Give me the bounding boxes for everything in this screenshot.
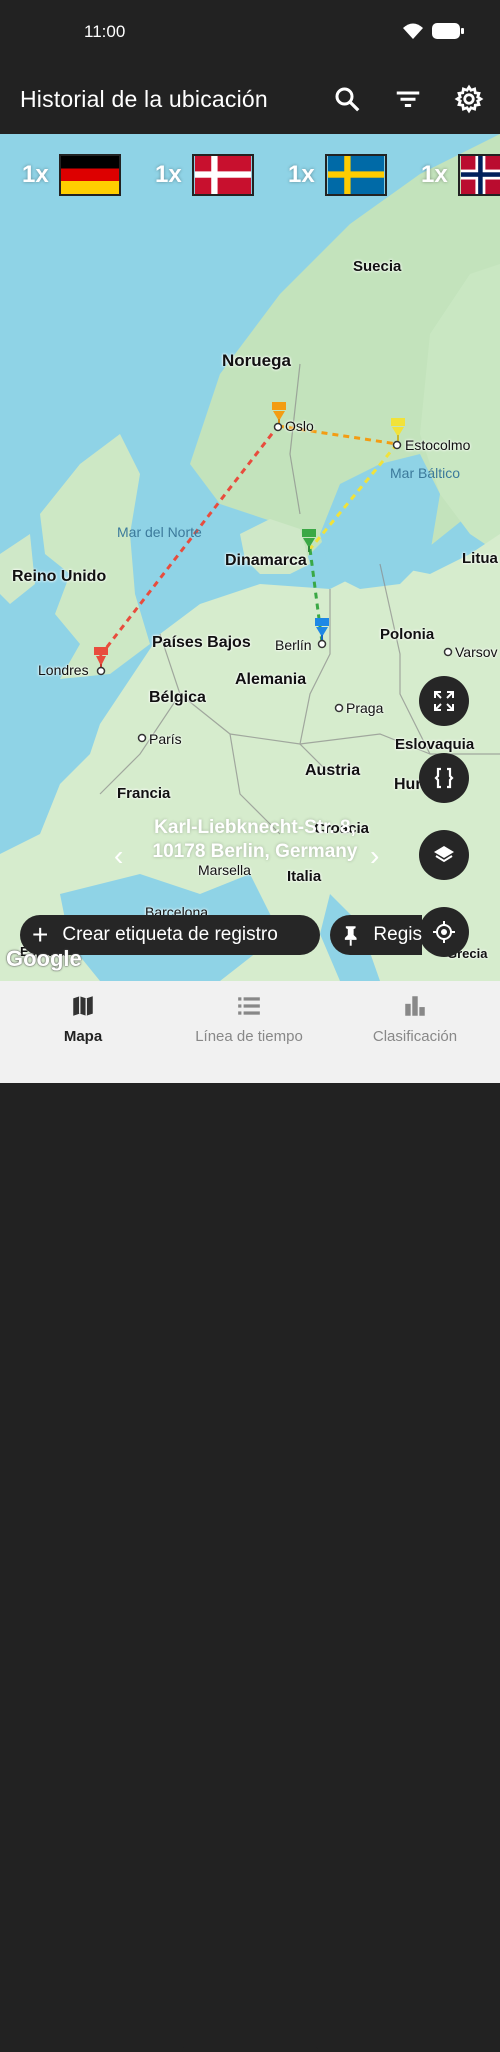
app-bar: Historial de la ubicación: [0, 66, 500, 134]
label-mar-del-norte: Mar del Norte: [117, 524, 202, 540]
label-belgica: Bélgica: [149, 689, 206, 706]
label-noruega: Noruega: [222, 351, 291, 370]
nav-item-clasificacion[interactable]: Clasificación: [332, 993, 498, 1045]
search-icon[interactable]: [332, 84, 362, 114]
flag-item-denmark[interactable]: 1x: [155, 154, 254, 196]
label-paris: París: [149, 731, 182, 747]
brackets-icon: [434, 767, 454, 789]
filter-icon[interactable]: [393, 84, 423, 114]
flag-item-sweden[interactable]: 1x: [288, 154, 387, 196]
flag-item-germany[interactable]: 1x: [22, 154, 121, 196]
flag-sweden-icon: [324, 154, 387, 196]
flag-item-norway[interactable]: 1x: [421, 154, 500, 196]
register-label: Regis: [373, 924, 422, 945]
label-austria: Austria: [305, 762, 361, 779]
nav-label-clasificacion: Clasificación: [372, 1028, 458, 1045]
battery-icon: [432, 23, 464, 39]
nav-label-linea-de-tiempo: Línea de tiempo: [195, 1028, 303, 1045]
status-time: 11:00: [84, 22, 126, 41]
label-mar-baltico: Mar Báltico: [390, 465, 461, 481]
list-icon: [238, 997, 260, 1015]
plus-icon: +: [32, 919, 49, 950]
label-berlin: Berlín: [275, 637, 312, 653]
label-marsella: Marsella: [198, 862, 251, 878]
label-eslovaquia: Eslovaquia: [395, 736, 475, 753]
label-reino-unido: Reino Unido: [12, 568, 107, 585]
country-flag-row[interactable]: 1x 1x 1x 1x: [0, 154, 500, 200]
page-title: Historial de la ubicación: [20, 86, 268, 112]
bar-chart-icon: [405, 996, 425, 1016]
label-italia: Italia: [287, 868, 322, 885]
flag-germany-icon: [58, 154, 121, 196]
fullscreen-icon: [434, 691, 454, 711]
home-indicator: [182, 2047, 318, 2052]
nav-item-mapa[interactable]: Mapa: [0, 993, 166, 1045]
map-icon: [73, 996, 93, 1016]
flag-count: 1x: [155, 161, 182, 188]
pin-icon: [344, 926, 357, 946]
bottom-navigation: Mapa Línea de tiempo Clasificación: [0, 981, 500, 2052]
flag-count: 1x: [421, 161, 448, 188]
label-estocolmo: Estocolmo: [405, 437, 471, 453]
nav-item-linea-de-tiempo[interactable]: Línea de tiempo: [166, 993, 332, 1045]
register-button[interactable]: Regis: [330, 915, 422, 955]
flag-count: 1x: [22, 161, 49, 188]
label-paises-bajos: Países Bajos: [152, 634, 251, 651]
create-tag-label: Crear etiqueta de registro: [62, 924, 278, 945]
label-varsovia: Varsov: [455, 644, 498, 660]
fit-bounds-button[interactable]: [419, 753, 469, 803]
google-logo: Google: [6, 946, 82, 971]
selected-address: Karl-Liebknecht-Str. 8, 10178 Berlin, Ge…: [152, 817, 358, 862]
label-polonia: Polonia: [380, 626, 435, 643]
label-dinamarca: Dinamarca: [225, 552, 307, 569]
label-alemania: Alemania: [235, 671, 307, 688]
previous-arrow-icon[interactable]: ‹: [114, 840, 123, 872]
my-location-button[interactable]: [419, 907, 469, 957]
label-londres: Londres: [38, 662, 89, 678]
label-francia: Francia: [117, 785, 171, 802]
status-bar: 11:00: [0, 0, 500, 66]
crosshair-icon: [433, 921, 455, 943]
nav-label-mapa: Mapa: [63, 1028, 103, 1045]
flag-count: 1x: [288, 161, 315, 188]
label-suecia: Suecia: [353, 258, 402, 275]
wifi-icon: [403, 23, 423, 39]
fullscreen-button[interactable]: [419, 676, 469, 726]
flag-denmark-icon: [191, 154, 254, 196]
label-lituania: Litua: [462, 550, 498, 567]
layers-button[interactable]: [419, 830, 469, 880]
next-arrow-icon[interactable]: ›: [370, 840, 379, 872]
layers-icon: [434, 846, 454, 863]
map-view[interactable]: 1x 1x 1x 1x Suecia Noruega Oslo Estocolm…: [0, 134, 500, 981]
settings-icon[interactable]: [454, 84, 484, 114]
label-oslo: Oslo: [285, 418, 314, 434]
flag-norway-icon: [457, 154, 500, 196]
label-praga: Praga: [346, 700, 384, 716]
